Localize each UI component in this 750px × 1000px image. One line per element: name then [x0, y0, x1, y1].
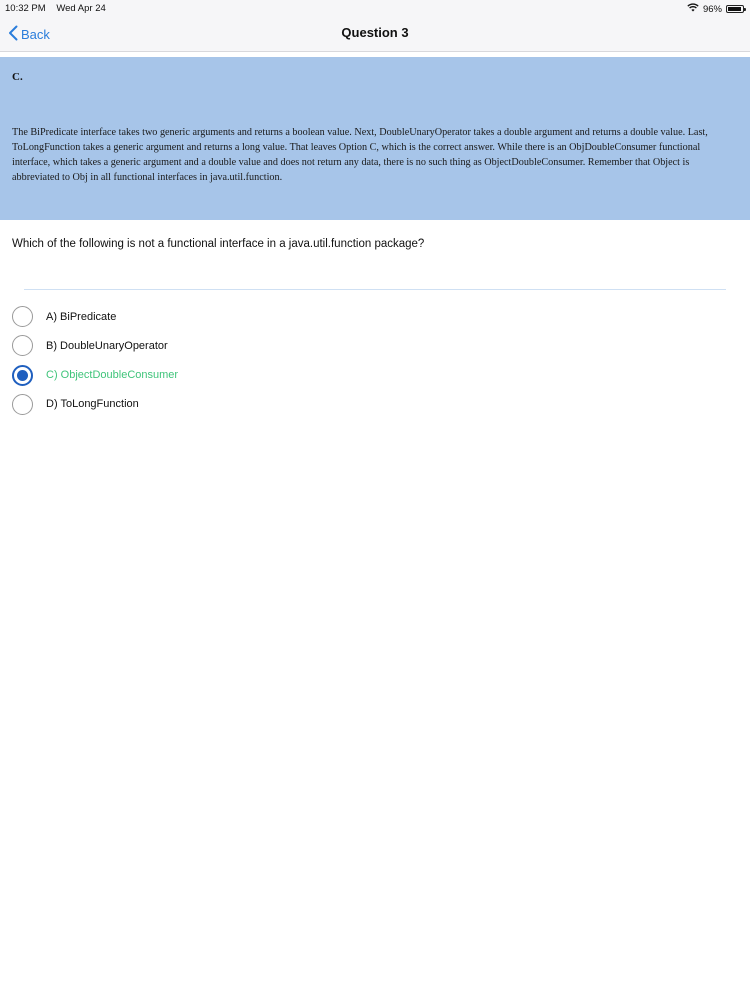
battery-tip	[744, 8, 746, 11]
battery-percent: 96%	[702, 3, 722, 15]
answer-letter: C.	[12, 71, 23, 83]
option-b[interactable]: B) DoubleUnaryOperator	[12, 335, 178, 357]
option-label: B) DoubleUnaryOperator	[46, 339, 168, 352]
divider	[24, 289, 726, 290]
status-right: 96%	[687, 3, 746, 15]
status-date: Wed Apr 24	[56, 3, 106, 14]
page-title: Question 3	[341, 25, 409, 40]
navigation-bar: Back Question 3	[0, 16, 750, 52]
answer-explanation-panel: C. The BiPredicate interface takes two g…	[0, 57, 750, 220]
radio-button[interactable]	[12, 335, 33, 357]
question-text: Which of the following is not a function…	[12, 238, 425, 250]
status-time: 10:32 PM	[5, 3, 46, 14]
radio-button[interactable]	[12, 393, 33, 415]
option-d[interactable]: D) ToLongFunction	[12, 393, 178, 415]
option-a[interactable]: A) BiPredicate	[12, 306, 178, 327]
radio-button[interactable]	[12, 306, 33, 327]
battery-icon	[726, 5, 746, 13]
status-bar: 10:32 PM Wed Apr 24 96%	[0, 0, 750, 16]
answer-explanation: The BiPredicate interface takes two gene…	[12, 127, 708, 183]
battery-fill	[728, 7, 742, 11]
option-c[interactable]: C) ObjectDoubleConsumer	[12, 364, 179, 386]
option-label: A) BiPredicate	[46, 310, 117, 323]
radio-button[interactable]	[12, 364, 33, 386]
option-label: D) ToLongFunction	[46, 398, 139, 411]
status-left: 10:32 PM Wed Apr 24	[5, 3, 106, 14]
options-list: A) BiPredicate B) DoubleUnaryOperator C)…	[12, 306, 178, 423]
wifi-icon	[687, 3, 699, 15]
option-label: C) ObjectDoubleConsumer	[46, 369, 179, 382]
